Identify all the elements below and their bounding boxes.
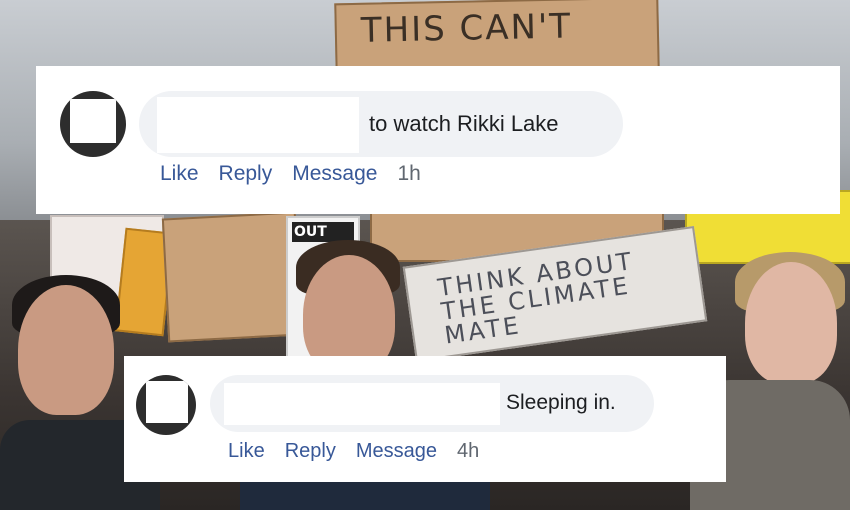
comment-actions: Like Reply Message 1h — [160, 162, 421, 186]
protester-face — [745, 262, 837, 384]
commenter-name-redaction — [224, 383, 500, 425]
reply-link[interactable]: Reply — [285, 440, 336, 463]
comment-text: Sleeping in. — [506, 391, 616, 414]
avatar[interactable] — [136, 375, 196, 435]
commenter-name-redaction — [157, 97, 359, 153]
comment-actions: Like Reply Message 4h — [228, 440, 479, 463]
protest-sign-out-text: OUT — [292, 222, 354, 242]
avatar[interactable] — [60, 91, 126, 157]
comment-card: Sleeping in. Like Reply Message 4h — [124, 356, 726, 482]
comment-timestamp[interactable]: 4h — [457, 440, 479, 463]
like-link[interactable]: Like — [160, 162, 199, 186]
message-link[interactable]: Message — [356, 440, 437, 463]
protest-sign-left — [161, 211, 303, 343]
reply-link[interactable]: Reply — [219, 162, 273, 186]
protester-face — [18, 285, 114, 415]
comment-bubble: Sleeping in. — [210, 375, 654, 432]
protest-sign-top-text: THIS CAN'T — [360, 6, 573, 51]
avatar-redaction — [146, 381, 188, 423]
protester-body — [240, 480, 490, 510]
avatar-redaction — [70, 99, 116, 143]
comment-card: to watch Rikki Lake Like Reply Message 1… — [36, 66, 840, 214]
message-link[interactable]: Message — [292, 162, 377, 186]
comment-timestamp[interactable]: 1h — [397, 162, 420, 186]
comment-text: to watch Rikki Lake — [369, 111, 559, 136]
comment-bubble: to watch Rikki Lake — [139, 91, 623, 157]
like-link[interactable]: Like — [228, 440, 265, 463]
